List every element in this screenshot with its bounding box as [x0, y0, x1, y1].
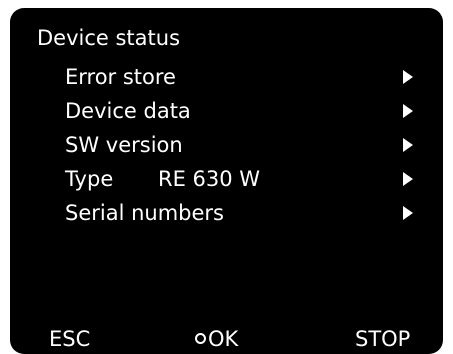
device-display-screen: Device status Error store Device data SW… [10, 8, 443, 354]
triangle-right-icon [403, 104, 413, 118]
menu-item-label: SW version [65, 133, 183, 157]
stop-softkey[interactable]: STOP [355, 326, 410, 352]
ok-softkey[interactable]: OK [195, 326, 238, 352]
triangle-right-icon [403, 172, 413, 186]
screen-title: Device status [37, 26, 181, 50]
menu-item-error-store[interactable]: Error store [10, 60, 443, 94]
triangle-right-icon [403, 138, 413, 152]
esc-softkey[interactable]: ESC [49, 326, 90, 352]
menu-item-label: Serial numbers [65, 201, 224, 225]
triangle-right-icon [403, 206, 413, 220]
circle-icon [195, 333, 206, 344]
menu-item-value: RE 630 W [158, 167, 261, 191]
menu-item-type[interactable]: Type RE 630 W [10, 162, 443, 196]
menu-item-device-data[interactable]: Device data [10, 94, 443, 128]
menu-item-sw-version[interactable]: SW version [10, 128, 443, 162]
menu-item-label: Error store [65, 65, 176, 89]
menu-item-label: Type [65, 167, 114, 191]
menu-item-label: Device data [65, 99, 191, 123]
triangle-right-icon [403, 70, 413, 84]
ok-softkey-label: OK [208, 327, 239, 351]
menu-item-serial-numbers[interactable]: Serial numbers [10, 196, 443, 230]
device-status-menu: Error store Device data SW version Type … [10, 60, 443, 230]
